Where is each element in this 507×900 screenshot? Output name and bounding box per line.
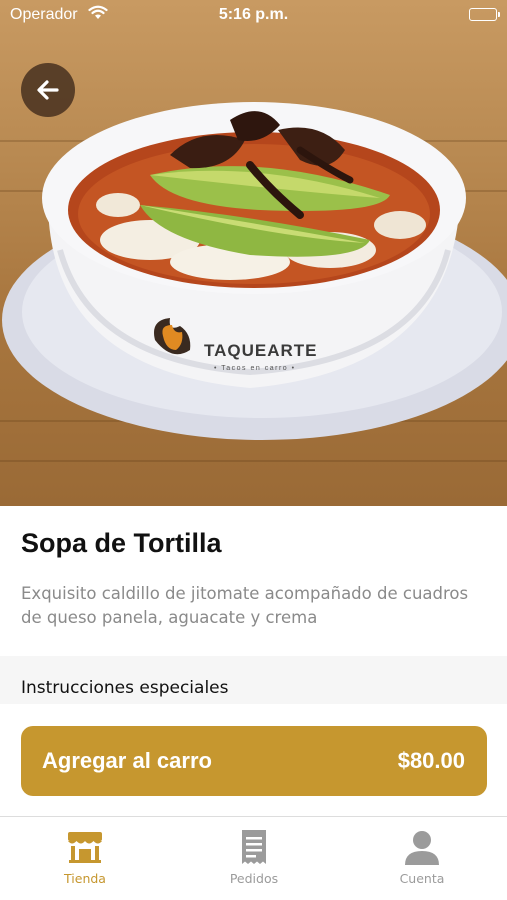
tab-cuenta-label: Cuenta: [399, 871, 445, 886]
product-title: Sopa de Tortilla: [21, 528, 222, 558]
product-description: Exquisito caldillo de jitomate acompañad…: [21, 584, 469, 627]
back-button[interactable]: [21, 63, 75, 117]
clock-time: 5:16 p.m.: [218, 6, 289, 23]
status-bar: Operador 5:16 p.m.: [0, 0, 507, 30]
battery-icon: [469, 8, 500, 21]
product-image: TAQUEARTE • Tacos en carro •: [0, 0, 507, 506]
tab-cuenta[interactable]: Cuenta: [362, 827, 482, 886]
soup-bowl-illustration: TAQUEARTE • Tacos en carro •: [2, 102, 507, 440]
arrow-left-icon: [37, 80, 59, 100]
brand-tagline-text: • Tacos en carro •: [214, 365, 296, 372]
add-to-cart-label: Agregar al carro: [42, 748, 212, 773]
brand-logo-text: TAQUEARTE: [204, 341, 318, 360]
tab-pedidos-label: Pedidos: [229, 871, 279, 886]
receipt-icon: [242, 830, 266, 864]
tab-tienda-label: Tienda: [64, 871, 106, 886]
tab-tienda[interactable]: Tienda: [25, 827, 145, 886]
tab-pedidos[interactable]: Pedidos: [194, 827, 314, 886]
tab-bar: Tienda Pedidos Cuenta: [0, 816, 507, 900]
person-icon: [405, 831, 439, 865]
add-to-cart-button[interactable]: Agregar al carro $80.00: [21, 726, 487, 796]
special-instructions-label: Instrucciones especiales: [21, 678, 229, 698]
price-label: $80.00: [397, 748, 465, 773]
store-icon: [68, 832, 102, 863]
